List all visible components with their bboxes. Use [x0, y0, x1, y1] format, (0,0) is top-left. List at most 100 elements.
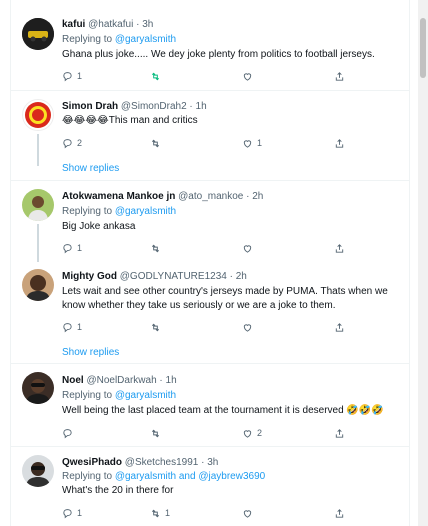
- tweet-time[interactable]: 2h: [236, 271, 247, 282]
- scrollbar[interactable]: [418, 0, 428, 526]
- share-button[interactable]: [334, 426, 345, 440]
- reply-button[interactable]: 2: [62, 136, 82, 150]
- heart-icon: [243, 509, 252, 518]
- tweet-time[interactable]: 2h: [252, 191, 263, 202]
- tweet-time[interactable]: 1h: [166, 375, 177, 386]
- share-icon: [335, 322, 344, 332]
- tweet-text: Well being the last placed team at the t…: [62, 405, 384, 416]
- avatar[interactable]: [22, 269, 54, 301]
- tweet-time[interactable]: 3h: [142, 19, 153, 30]
- tweet[interactable]: QwesiPhado @Sketches1991 · 3h Replying t…: [11, 447, 409, 526]
- share-button[interactable]: [334, 506, 345, 520]
- reply-count: 1: [77, 508, 83, 518]
- share-icon: [335, 138, 344, 148]
- mention-link[interactable]: @jaybrew3690: [198, 471, 265, 482]
- retweet-button[interactable]: [150, 426, 165, 440]
- replies-feed: kafui @hatkafui · 3h Replying to @garyal…: [10, 0, 410, 526]
- tweet[interactable]: Simon Drah @SimonDrah2 · 1h 😂😂😂😂This man…: [11, 91, 409, 181]
- avatar[interactable]: [22, 18, 54, 50]
- retweet-icon: [151, 139, 160, 147]
- mention-link[interactable]: @garyalsmith: [115, 390, 176, 401]
- reply-icon: [63, 138, 72, 148]
- tweet-time[interactable]: 3h: [207, 457, 218, 468]
- tweet-text: Lets wait and see other country's jersey…: [62, 286, 388, 311]
- share-button[interactable]: [334, 241, 345, 255]
- retweet-button[interactable]: [150, 241, 165, 255]
- like-button[interactable]: [242, 69, 257, 83]
- heart-icon: [243, 72, 252, 81]
- author-name[interactable]: Simon Drah: [62, 101, 118, 112]
- mention-link[interactable]: @garyalsmith: [115, 471, 176, 482]
- tweet-text: Ghana plus joke..... We dey joke plenty …: [62, 49, 375, 60]
- scrollbar-thumb[interactable]: [420, 18, 426, 78]
- author-handle[interactable]: @Sketches1991: [125, 457, 199, 468]
- author-name[interactable]: Mighty God: [62, 271, 117, 282]
- retweet-button[interactable]: 1: [150, 506, 170, 520]
- reply-icon: [63, 508, 72, 518]
- tweet-time[interactable]: 1h: [196, 101, 207, 112]
- retweet-icon: [151, 509, 160, 517]
- share-button[interactable]: [334, 320, 345, 334]
- mention-link[interactable]: @garyalsmith: [115, 34, 176, 45]
- reply-icon: [63, 428, 72, 438]
- retweet-button[interactable]: [150, 320, 165, 334]
- reply-count: 1: [77, 71, 83, 81]
- reply-button[interactable]: 1: [62, 506, 82, 520]
- tweet[interactable]: Atokwamena Mankoe jn @ato_mankoe · 2h Re…: [11, 181, 409, 262]
- like-count: 1: [257, 138, 263, 148]
- mention-link[interactable]: @garyalsmith: [115, 206, 176, 217]
- heart-icon: [243, 139, 252, 148]
- like-button[interactable]: [242, 506, 257, 520]
- replying-to-label: Replying to: [62, 206, 115, 217]
- like-button[interactable]: 1: [242, 136, 262, 150]
- reply-count: 2: [77, 138, 83, 148]
- author-name[interactable]: Noel: [62, 375, 84, 386]
- tweet[interactable]: Noel @NoelDarkwah · 1h Replying to @gary…: [11, 364, 409, 447]
- reply-button[interactable]: [62, 426, 77, 440]
- share-icon: [335, 243, 344, 253]
- heart-icon: [243, 429, 252, 438]
- retweet-button[interactable]: [150, 69, 165, 83]
- like-button[interactable]: [242, 241, 257, 255]
- tweet[interactable]: kafui @hatkafui · 3h Replying to @garyal…: [11, 0, 409, 91]
- heart-icon: [243, 244, 252, 253]
- retweet-icon: [151, 72, 160, 80]
- retweet-count: 1: [165, 508, 171, 518]
- retweet-icon: [151, 429, 160, 437]
- avatar[interactable]: [22, 189, 54, 221]
- tweet[interactable]: Mighty God @GODLYNATURE1234 · 2h Lets wa…: [11, 262, 409, 364]
- share-button[interactable]: [334, 69, 345, 83]
- reply-icon: [63, 243, 72, 253]
- share-button[interactable]: [334, 136, 345, 150]
- retweet-icon: [151, 244, 160, 252]
- author-handle[interactable]: @GODLYNATURE1234: [120, 271, 227, 282]
- reply-button[interactable]: 1: [62, 320, 82, 334]
- tweet-text: What's the 20 in there for: [62, 485, 174, 496]
- avatar[interactable]: [22, 455, 54, 487]
- avatar[interactable]: [22, 372, 54, 404]
- author-handle[interactable]: @SimonDrah2: [121, 101, 187, 112]
- like-button[interactable]: 2: [242, 426, 262, 440]
- tweet-text: 😂😂😂😂This man and critics: [62, 115, 198, 126]
- author-name[interactable]: Atokwamena Mankoe jn: [62, 191, 175, 202]
- thread-line: [37, 224, 39, 262]
- reply-count: 1: [77, 243, 83, 253]
- avatar[interactable]: [22, 99, 54, 131]
- replying-to-label: Replying to: [62, 471, 115, 482]
- reply-button[interactable]: 1: [62, 69, 82, 83]
- author-handle[interactable]: @ato_mankoe: [178, 191, 243, 202]
- show-replies-link[interactable]: Show replies: [62, 163, 119, 174]
- show-replies-link[interactable]: Show replies: [62, 347, 119, 358]
- retweet-icon: [151, 323, 160, 331]
- author-handle[interactable]: @hatkafui: [88, 19, 133, 30]
- reply-button[interactable]: 1: [62, 241, 82, 255]
- heart-icon: [243, 323, 252, 332]
- author-name[interactable]: QwesiPhado: [62, 457, 122, 468]
- author-name[interactable]: kafui: [62, 19, 85, 30]
- retweet-button[interactable]: [150, 136, 165, 150]
- tweet-text: Big Joke ankasa: [62, 221, 136, 232]
- author-handle[interactable]: @NoelDarkwah: [86, 375, 156, 386]
- like-button[interactable]: [242, 320, 257, 334]
- share-icon: [335, 428, 344, 438]
- reply-icon: [63, 71, 72, 81]
